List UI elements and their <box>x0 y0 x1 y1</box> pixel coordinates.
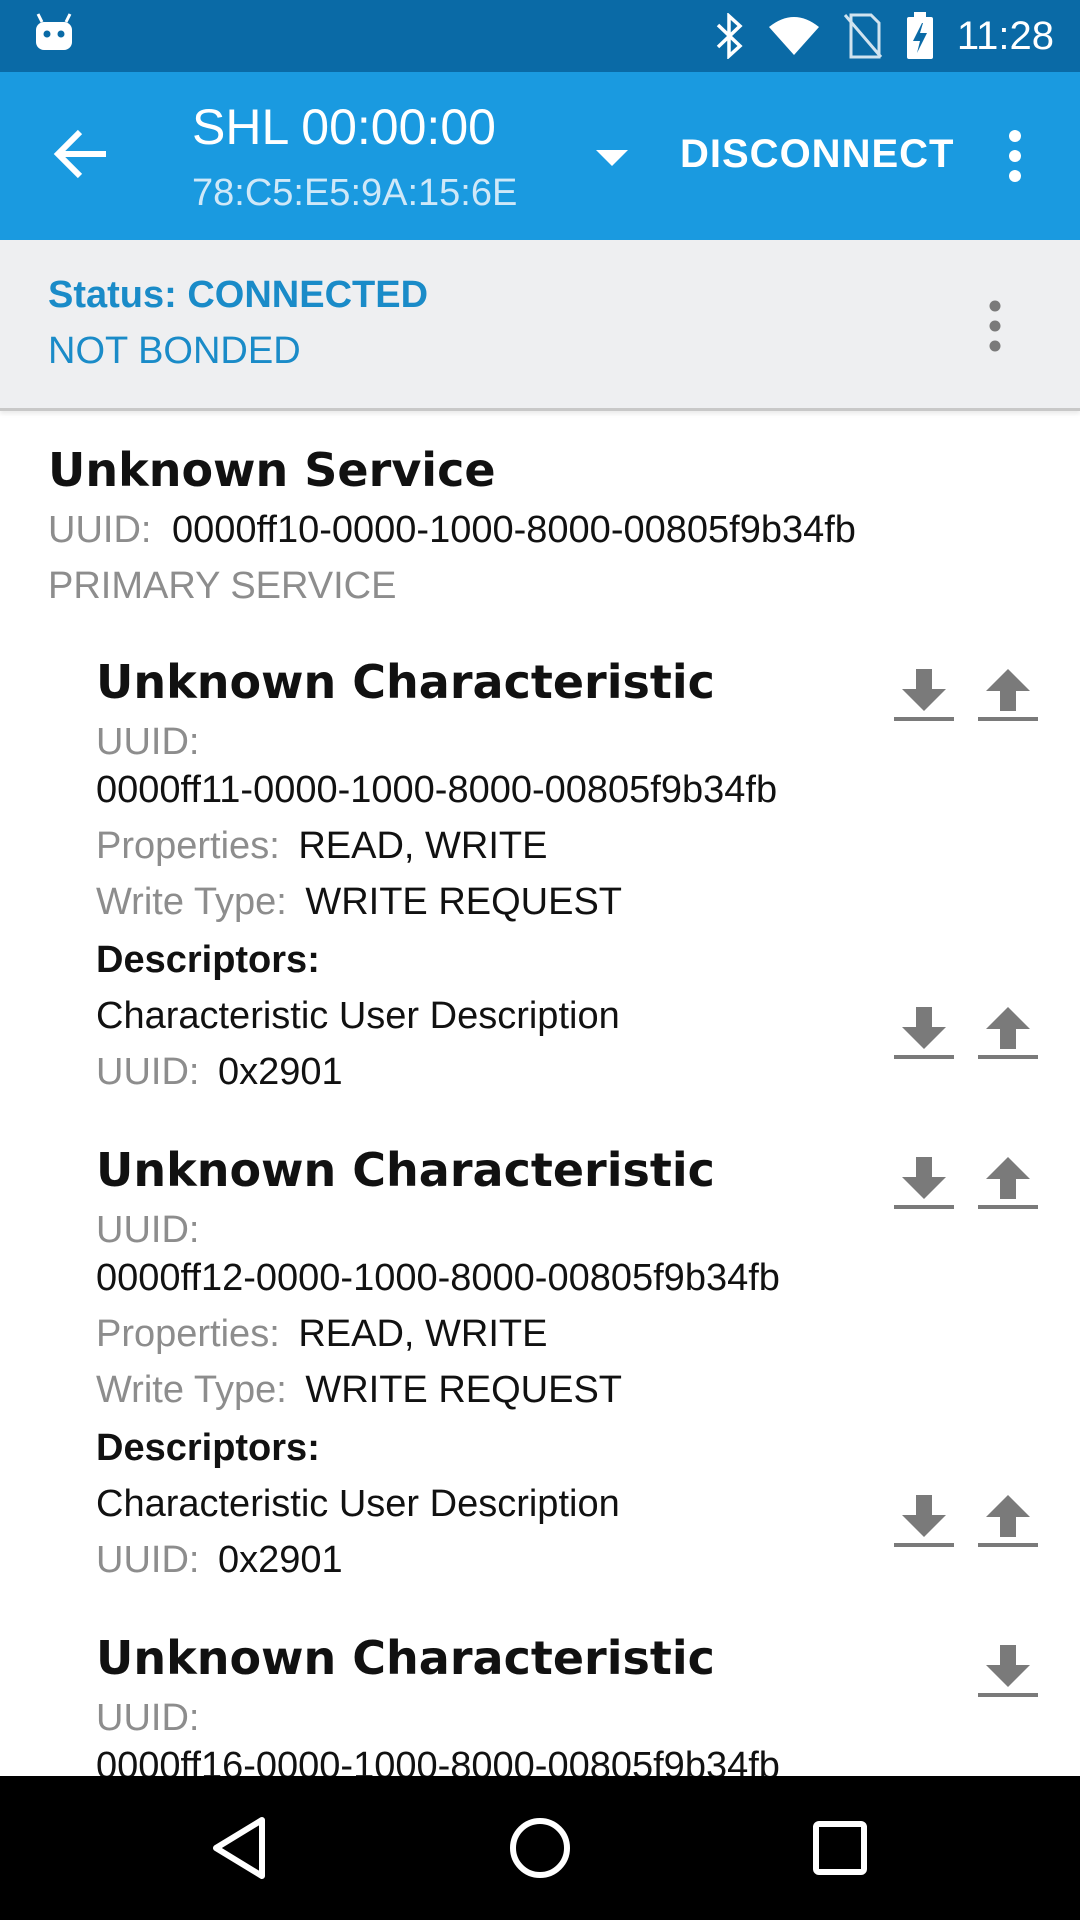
descriptor-name: Characteristic User Description <box>96 1483 620 1525</box>
write-type-row: Write Type: WRITE REQUEST <box>96 881 622 924</box>
service-type: PRIMARY SERVICE <box>48 565 397 607</box>
characteristic-uuid: 0000ff12-0000-1000-8000-00805f9b34fb <box>96 1257 780 1299</box>
read-download-icon[interactable] <box>892 1493 956 1549</box>
android-icon <box>36 13 72 50</box>
back-nav-icon[interactable] <box>204 1812 276 1884</box>
descriptor-uuid-row: UUID: 0x2901 <box>96 1539 343 1582</box>
read-download-icon[interactable] <box>976 1643 1040 1699</box>
service-name: Unknown Service <box>48 443 496 497</box>
uuid-label: UUID: <box>96 1539 200 1581</box>
read-download-icon[interactable] <box>892 667 956 723</box>
write-upload-icon[interactable] <box>976 1155 1040 1211</box>
write-type-value: WRITE REQUEST <box>305 1369 623 1411</box>
recents-nav-icon[interactable] <box>804 1812 876 1884</box>
more-vert-icon[interactable] <box>980 296 1010 356</box>
properties-value: READ, WRITE <box>298 825 548 867</box>
device-name: SHL 00:00:00 <box>192 99 496 155</box>
uuid-label: UUID: <box>48 509 152 551</box>
characteristic-name: Unknown Characteristic <box>96 655 715 709</box>
characteristic-name: Unknown Characteristic <box>96 1631 715 1685</box>
bond-status: NOT BONDED <box>48 330 301 372</box>
write-type-label: Write Type: <box>96 1369 287 1411</box>
characteristic-uuid: 0000ff16-0000-1000-8000-00805f9b34fb <box>96 1745 780 1776</box>
read-download-icon[interactable] <box>892 1005 956 1061</box>
app-bar: SHL 00:00:00 78:C5:E5:9A:15:6E DISCONNEC… <box>0 72 1080 240</box>
no-sim-icon <box>843 13 882 59</box>
back-arrow-icon[interactable] <box>50 122 114 186</box>
descriptor-name: Characteristic User Description <box>96 995 620 1037</box>
connection-status-panel: Status: CONNECTED NOT BONDED <box>0 240 1080 411</box>
characteristic-name: Unknown Characteristic <box>96 1143 715 1197</box>
more-vert-icon[interactable] <box>1000 126 1030 186</box>
descriptors-heading: Descriptors: <box>96 939 320 981</box>
battery-charging-icon <box>906 12 933 59</box>
wifi-icon <box>768 17 819 55</box>
service-list[interactable]: Unknown Service UUID: 0000ff10-0000-1000… <box>0 411 1080 1776</box>
bluetooth-icon <box>716 13 743 59</box>
uuid-label: UUID: <box>96 1209 200 1251</box>
uuid-label: UUID: <box>96 721 200 763</box>
navigation-bar <box>0 1776 1080 1920</box>
properties-label: Properties: <box>96 825 280 867</box>
home-nav-icon[interactable] <box>504 1812 576 1884</box>
uuid-label: UUID: <box>96 1051 200 1093</box>
properties-value: READ, WRITE <box>298 1313 548 1355</box>
device-address: 78:C5:E5:9A:15:6E <box>192 172 518 214</box>
status-bar: 11:28 <box>0 0 1080 72</box>
write-upload-icon[interactable] <box>976 1005 1040 1061</box>
descriptor-uuid: 0x2901 <box>218 1539 343 1581</box>
service-uuid: 0000ff10-0000-1000-8000-00805f9b34fb <box>172 509 856 551</box>
descriptor-uuid: 0x2901 <box>218 1051 343 1093</box>
properties-label: Properties: <box>96 1313 280 1355</box>
connection-status: Status: CONNECTED <box>48 274 429 316</box>
service-uuid-row: UUID: 0000ff10-0000-1000-8000-00805f9b34… <box>48 509 856 552</box>
disconnect-button[interactable]: DISCONNECT <box>680 132 954 177</box>
descriptors-heading: Descriptors: <box>96 1427 320 1469</box>
write-upload-icon[interactable] <box>976 1493 1040 1549</box>
clock: 11:28 <box>956 13 1054 58</box>
write-upload-icon[interactable] <box>976 667 1040 723</box>
properties-row: Properties: READ, WRITE <box>96 1313 547 1356</box>
read-download-icon[interactable] <box>892 1155 956 1211</box>
write-type-row: Write Type: WRITE REQUEST <box>96 1369 622 1412</box>
characteristic-uuid: 0000ff11-0000-1000-8000-00805f9b34fb <box>96 769 778 811</box>
uuid-label: UUID: <box>96 1697 200 1739</box>
write-type-value: WRITE REQUEST <box>305 881 623 923</box>
write-type-label: Write Type: <box>96 881 287 923</box>
chevron-down-icon[interactable] <box>592 144 632 174</box>
descriptor-uuid-row: UUID: 0x2901 <box>96 1051 343 1094</box>
system-icons: 11:28 <box>715 8 1054 64</box>
properties-row: Properties: READ, WRITE <box>96 825 547 868</box>
